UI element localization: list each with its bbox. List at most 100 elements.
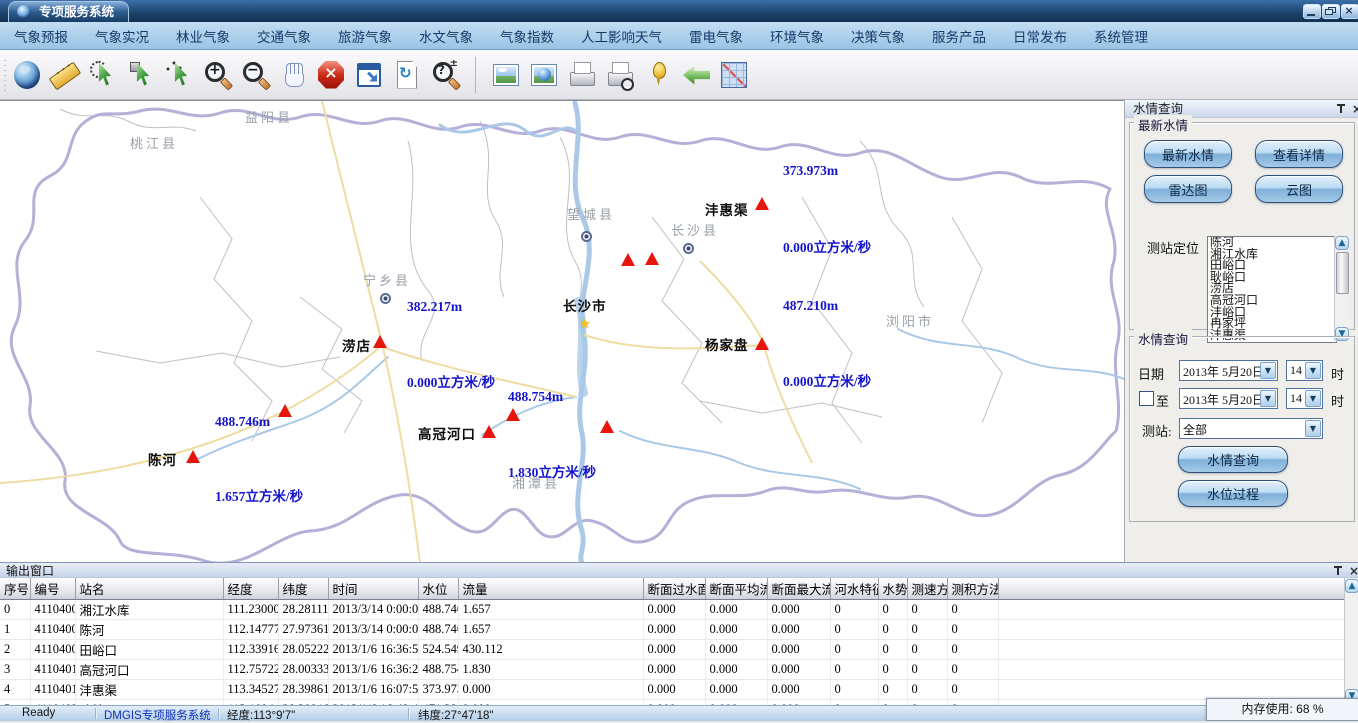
column-header-经度[interactable]: 经度: [223, 578, 278, 600]
scrollbar-thumb[interactable]: [1336, 252, 1349, 294]
table-row[interactable]: 241104004田峪口112.33916728.0522222013/1/6 …: [0, 640, 1344, 660]
column-header-测速方法[interactable]: 测速方法: [907, 578, 947, 600]
map-canvas[interactable]: 益阳县桃江县望城县长沙县宁乡县浏阳市湘潭县沣惠渠长沙市杨家盘涝店高冠河口陈河37…: [0, 100, 1124, 562]
station-marker-triangle-icon[interactable]: [186, 450, 200, 463]
column-header-测积方法[interactable]: 测积方法: [947, 578, 998, 600]
table-row[interactable]: 041104002湘江水库111.23000028.2811112013/3/1…: [0, 600, 1344, 620]
menu-item-决策气象[interactable]: 决策气象: [851, 26, 905, 46]
map-pin-icon[interactable]: [643, 59, 673, 91]
chevron-down-icon[interactable]: ▼: [1305, 362, 1321, 379]
select-circle-icon[interactable]: [88, 59, 118, 91]
column-header-断面最大流[interactable]: 断面最大流: [767, 578, 830, 600]
menu-item-交通气象[interactable]: 交通气象: [257, 26, 311, 46]
image-export-icon[interactable]: [491, 59, 521, 91]
menu-item-气象实况[interactable]: 气象实况: [95, 26, 149, 46]
station-marker-triangle-icon[interactable]: [600, 420, 614, 433]
station-marker-triangle-icon[interactable]: [373, 335, 387, 348]
identify-icon[interactable]: ?±: [430, 59, 460, 91]
print-preview-icon[interactable]: [605, 59, 635, 91]
water-level-process-button[interactable]: 水位过程: [1178, 480, 1288, 507]
measure-icon[interactable]: [50, 59, 80, 91]
column-header-河水特征码[interactable]: 河水特征码: [830, 578, 878, 600]
table-scrollbar[interactable]: ▲ ▼: [1344, 578, 1358, 705]
station-marker-triangle-icon[interactable]: [755, 197, 769, 210]
maximize-button[interactable]: [1322, 4, 1340, 19]
table-row[interactable]: 441104017沣惠渠113.34527828.3986112013/1/6 …: [0, 680, 1344, 700]
menu-item-日常发布[interactable]: 日常发布: [1013, 26, 1067, 46]
menu-item-林业气象[interactable]: 林业气象: [176, 26, 230, 46]
status-app-name: DMGIS专项服务系统: [104, 707, 211, 723]
hour-combo-end-value: 14: [1290, 391, 1306, 406]
table-row[interactable]: 341104010高冠河口112.75722228.0033332013/1/6…: [0, 660, 1344, 680]
cloud-chart-button[interactable]: 云图: [1255, 175, 1343, 203]
pan-icon[interactable]: [278, 59, 308, 91]
chevron-down-icon[interactable]: ▼: [1305, 390, 1321, 407]
menu-item-环境气象[interactable]: 环境气象: [770, 26, 824, 46]
zoom-in-icon[interactable]: +: [202, 59, 232, 91]
station-marker-triangle-icon[interactable]: [506, 408, 520, 421]
column-header-流量[interactable]: 流量: [458, 578, 643, 600]
water-query-button[interactable]: 水情查询: [1178, 446, 1288, 473]
station-marker-triangle-icon[interactable]: [755, 337, 769, 350]
column-header-断面过水面[interactable]: 断面过水面: [643, 578, 705, 600]
refresh-page-icon[interactable]: [392, 59, 422, 91]
chevron-down-icon[interactable]: ▼: [1260, 362, 1276, 379]
column-header-时间[interactable]: 时间: [328, 578, 418, 600]
menu-item-水文气象[interactable]: 水文气象: [419, 26, 473, 46]
globe-image-icon[interactable]: [529, 59, 559, 91]
date-combo-end[interactable]: 2013年 5月20日 ▼: [1179, 388, 1278, 409]
full-extent-icon[interactable]: [354, 59, 384, 91]
menu-item-人工影响天气[interactable]: 人工影响天气: [581, 26, 662, 46]
print-icon[interactable]: [567, 59, 597, 91]
table-cell: 2013/1/6 16:36:22: [328, 660, 418, 680]
column-header-水位[interactable]: 水位: [418, 578, 458, 600]
station-marker-triangle-icon[interactable]: [482, 425, 496, 438]
scroll-up-icon[interactable]: ▲: [1335, 236, 1349, 250]
column-header-站名[interactable]: 站名: [75, 578, 223, 600]
date-range-checkbox[interactable]: [1139, 391, 1154, 406]
station-label: 杨家盘: [705, 334, 749, 354]
column-header-编号[interactable]: 编号: [30, 578, 75, 600]
output-close-icon[interactable]: ×: [1348, 565, 1358, 577]
close-button[interactable]: [1341, 4, 1358, 19]
select-polygon-icon[interactable]: [164, 59, 194, 91]
menu-item-气象指数[interactable]: 气象指数: [500, 26, 554, 46]
radar-chart-button[interactable]: 雷达图: [1144, 175, 1232, 203]
tile-map-icon[interactable]: [719, 59, 749, 91]
zoom-out-icon[interactable]: −: [240, 59, 270, 91]
station-marker-triangle-icon[interactable]: [621, 253, 635, 266]
column-header-纬度[interactable]: 纬度: [278, 578, 328, 600]
column-header-断面平均流[interactable]: 断面平均流: [705, 578, 767, 600]
view-details-button[interactable]: 查看详情: [1255, 140, 1343, 168]
scroll-up-icon[interactable]: ▲: [1345, 579, 1358, 593]
latest-water-button[interactable]: 最新水情: [1144, 140, 1232, 168]
menu-item-雷电气象[interactable]: 雷电气象: [689, 26, 743, 46]
menu-item-气象预报[interactable]: 气象预报: [14, 26, 68, 46]
chevron-down-icon[interactable]: ▼: [1260, 390, 1276, 407]
listbox-scrollbar[interactable]: ▲ ▼: [1334, 236, 1350, 341]
measurement-label: 488.754m: [508, 389, 563, 405]
column-header-水势[interactable]: 水势: [878, 578, 907, 600]
menu-item-旅游气象[interactable]: 旅游气象: [338, 26, 392, 46]
hour-combo-end[interactable]: 14 ▼: [1286, 388, 1323, 409]
station-listbox[interactable]: 陈河湘江水库田峪口耿峪口涝店高冠河口沣峪口冉家坪沣惠渠: [1207, 236, 1337, 343]
select-arrow-icon[interactable]: [126, 59, 156, 91]
menu-item-服务产品[interactable]: 服务产品: [932, 26, 986, 46]
table-row[interactable]: 141104002陈河112.14777827.9736112013/3/14 …: [0, 620, 1344, 640]
pin-icon[interactable]: [1332, 565, 1344, 577]
station-combo[interactable]: 全部 ▼: [1179, 418, 1323, 439]
stop-icon[interactable]: ×: [316, 59, 346, 91]
panel-close-icon[interactable]: ×: [1351, 103, 1358, 115]
date-combo[interactable]: 2013年 5月20日 ▼: [1179, 360, 1278, 381]
minimize-button[interactable]: [1303, 4, 1321, 19]
column-header-序号[interactable]: 序号: [0, 578, 30, 600]
hour-combo[interactable]: 14 ▼: [1286, 360, 1323, 381]
menu-item-系统管理[interactable]: 系统管理: [1094, 26, 1148, 46]
station-marker-triangle-icon[interactable]: [645, 252, 659, 265]
chevron-down-icon[interactable]: ▼: [1305, 420, 1321, 437]
pin-icon[interactable]: [1335, 103, 1347, 115]
station-marker-triangle-icon[interactable]: [278, 404, 292, 417]
column-header-filler[interactable]: [998, 578, 1344, 600]
back-arrow-icon[interactable]: [681, 59, 711, 91]
globe-icon[interactable]: [12, 59, 42, 91]
